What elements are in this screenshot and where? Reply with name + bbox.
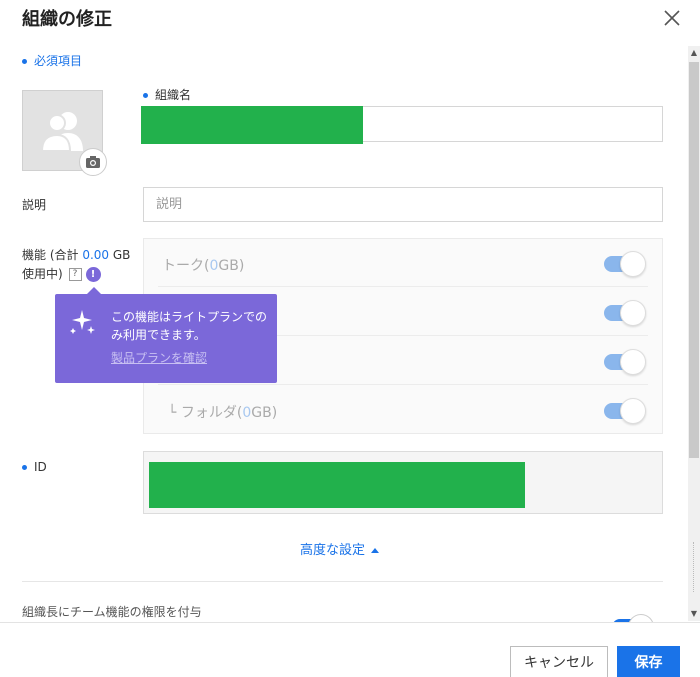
tooltip-text: この機能はライトプランでのみ利用できます。 <box>111 310 268 342</box>
feature-toggle[interactable] <box>604 398 646 424</box>
save-button[interactable]: 保存 <box>617 646 680 677</box>
upgrade-tooltip: この機能はライトプランでのみ利用できます。 製品プランを確認 <box>55 287 277 383</box>
features-label: 機能 (合計 0.00 GB 使用中) ?! <box>22 248 131 282</box>
dialog-title: 組織の修正 <box>22 9 112 30</box>
feature-toggle[interactable] <box>604 300 646 326</box>
feature-row-talk: トーク(0GB) <box>144 239 662 287</box>
feature-toggle[interactable] <box>604 349 646 375</box>
feature-row-folder: └ フォルダ(0GB) <box>144 386 662 434</box>
dialog-footer: キャンセル 保存 <box>0 622 700 677</box>
people-icon <box>40 112 83 152</box>
feature-name: └ フォルダ(0GB) <box>168 405 278 421</box>
description-label: 説明 <box>22 198 47 212</box>
scroll-up-icon[interactable]: ▲ <box>688 46 700 60</box>
description-input[interactable] <box>143 187 663 222</box>
redacted-value <box>141 106 363 144</box>
scroll-thumb[interactable] <box>689 62 699 458</box>
advanced-settings-toggle[interactable]: 高度な設定 <box>300 539 380 558</box>
scrollbar[interactable]: ▲ ▼ <box>688 46 700 621</box>
required-note: 必須項目 <box>22 52 82 69</box>
feature-toggle[interactable] <box>604 251 646 277</box>
cancel-button[interactable]: キャンセル <box>510 646 608 677</box>
caret-up-icon <box>371 548 380 553</box>
id-label: ID <box>22 460 47 474</box>
scroll-down-icon[interactable]: ▼ <box>688 607 700 621</box>
divider <box>22 581 663 582</box>
dialog-header: 組織の修正 <box>0 0 700 40</box>
org-name-input[interactable] <box>141 106 663 144</box>
org-name-label: 組織名 <box>143 86 191 103</box>
warning-icon[interactable]: ! <box>85 267 101 282</box>
resize-grip <box>693 542 695 592</box>
feature-name: トーク(0GB) <box>162 258 245 274</box>
close-icon[interactable] <box>662 8 682 28</box>
sparkle-icon <box>70 310 95 334</box>
id-field[interactable] <box>143 451 663 514</box>
camera-icon[interactable] <box>79 148 107 176</box>
redacted-value <box>149 462 525 508</box>
team-permission-label: 組織長にチーム機能の権限を付与 <box>22 605 202 619</box>
check-plan-link[interactable]: 製品プランを確認 <box>111 349 207 366</box>
help-icon[interactable]: ? <box>68 268 82 281</box>
